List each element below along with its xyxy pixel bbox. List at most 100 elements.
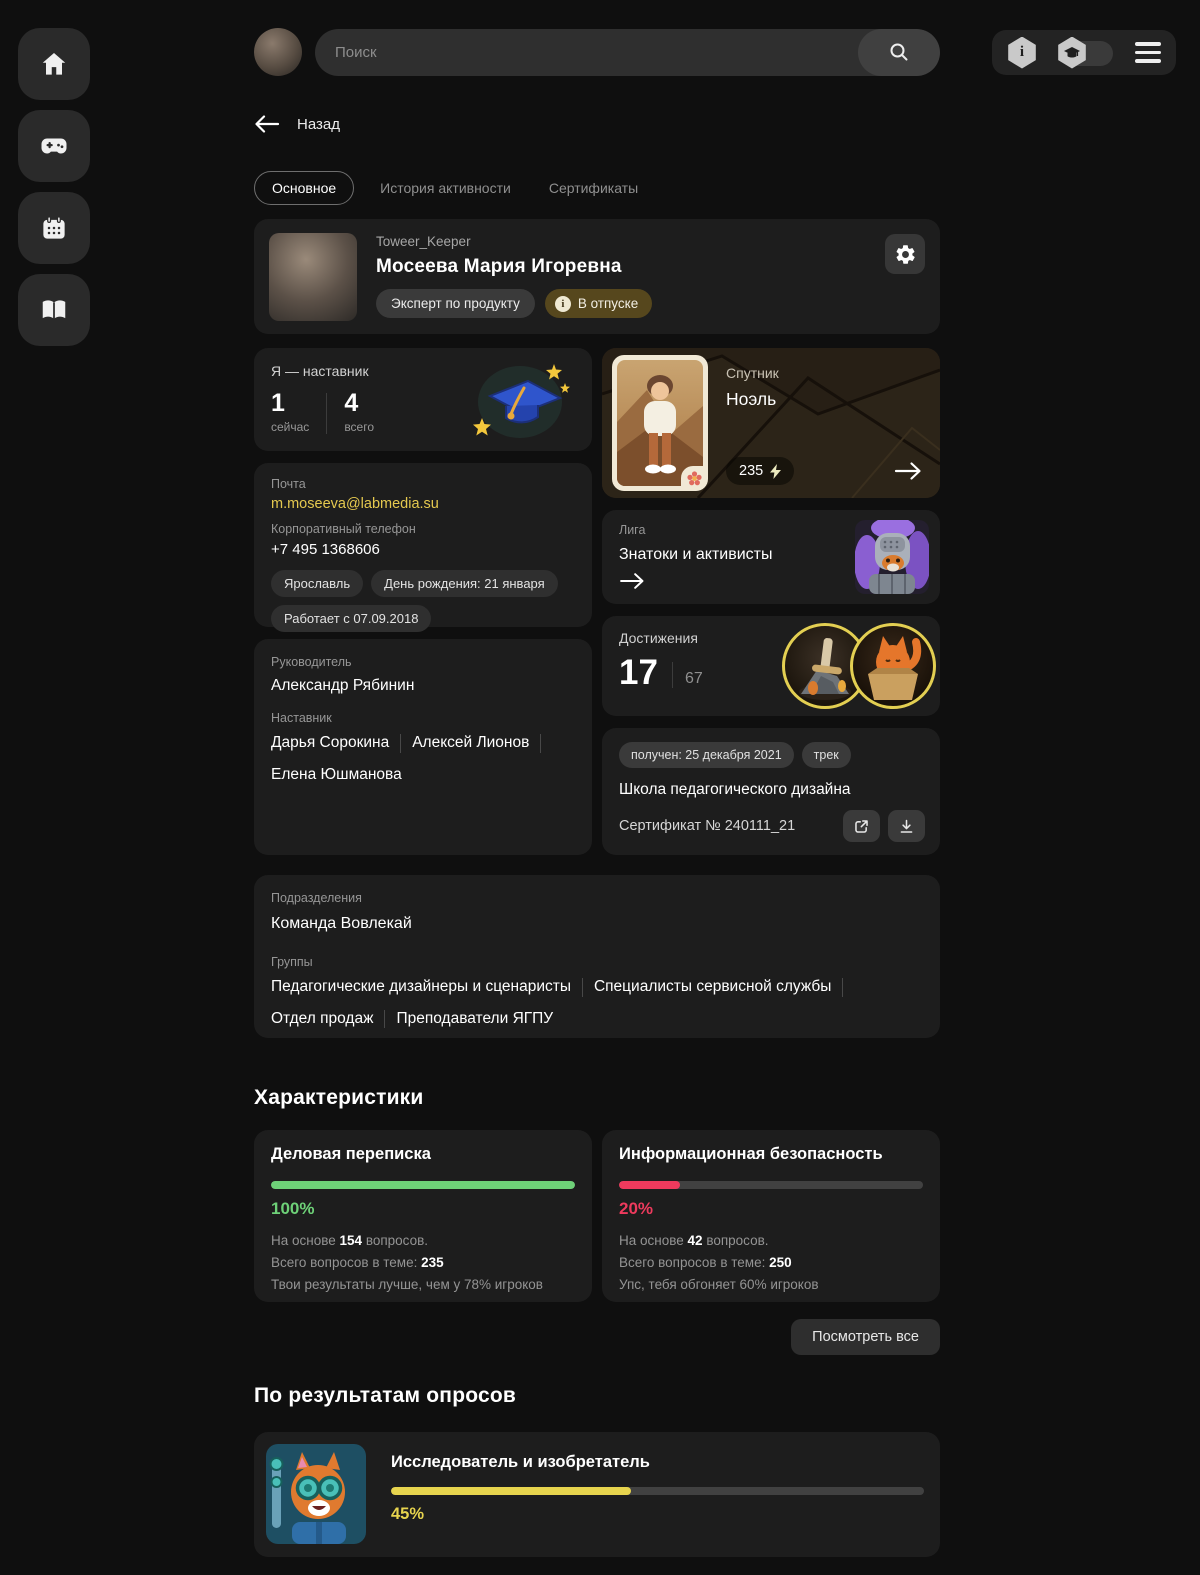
team-card: Руководитель Александр Рябинин Наставник… [254, 639, 592, 855]
sidebar-item-games[interactable] [18, 110, 90, 182]
mentor-card: Я — наставник 1 сейчас 4 всего [254, 348, 592, 451]
groups-label: Группы [271, 955, 313, 969]
info-hex-icon[interactable]: i [1008, 36, 1036, 69]
league-card[interactable]: Лига Знатоки и активисты [602, 510, 940, 604]
surveys-title: По результатам опросов [254, 1384, 516, 1407]
profile-full-name: Мосеева Мария Игоревна [376, 256, 622, 277]
companion-card[interactable]: Спутник Ноэль 235 [602, 348, 940, 498]
status-badge: i В отпуске [544, 289, 653, 318]
sidebar-item-calendar[interactable] [18, 192, 90, 264]
companion-label: Спутник [726, 365, 779, 381]
topbar: i [254, 28, 1176, 76]
book-icon [42, 300, 66, 319]
employment-tag: Работает с 07.09.2018 [271, 605, 432, 632]
profile-page: i Назад [0, 0, 1200, 1575]
tab-certificates[interactable]: Сертификаты [537, 171, 650, 205]
progress-bar [391, 1487, 924, 1495]
birthday-tag: День рождения: 21 января [371, 570, 558, 597]
city-tag: Ярославль [271, 570, 364, 597]
download-icon [900, 819, 913, 833]
tab-activity-history[interactable]: История активности [368, 171, 523, 205]
gamepad-icon [41, 138, 67, 154]
user-avatar[interactable] [254, 28, 302, 76]
achievements-total: 67 [684, 670, 703, 687]
mentors-list: Дарья Сорокина Алексей Лионов Елена Юшма… [271, 734, 575, 784]
email-link[interactable]: m.moseeva@labmedia.su [271, 496, 575, 512]
stat-card-information-security: Информационная безопасность 20% На основ… [602, 1130, 940, 1302]
progress-percent: 100% [271, 1199, 315, 1218]
league-image [855, 520, 929, 594]
certificate-track-badge: трек [801, 742, 851, 768]
achievements-earned: 17 [619, 653, 658, 692]
open-certificate-button[interactable] [843, 810, 880, 842]
mentor-name: Елена Юшманова [271, 765, 402, 783]
group-item: Педагогические дизайнеры и сценаристы [271, 978, 583, 997]
graduation-cap-illustration [473, 364, 570, 438]
progress-bar [271, 1181, 575, 1189]
sidebar-item-home[interactable] [18, 28, 90, 100]
calendar-icon [43, 216, 65, 239]
student-mode-toggle[interactable] [1057, 36, 1115, 69]
sidebar [18, 28, 90, 346]
phone-label: Корпоративный телефон [271, 522, 416, 536]
energy-value: 235 [739, 463, 764, 479]
tab-main[interactable]: Основное [254, 171, 355, 205]
back-button[interactable]: Назад [254, 113, 940, 135]
search-button[interactable] [858, 28, 940, 76]
energy-badge: 235 [726, 457, 795, 485]
mentor-label: Наставник [271, 711, 332, 725]
lightning-icon [770, 463, 782, 479]
certificate-card: получен: 25 декабря 2021 трек Школа педа… [602, 728, 940, 855]
phone-value: +7 495 1368606 [271, 541, 380, 558]
profile-photo [269, 233, 357, 321]
contact-card: Почта m.moseeva@labmedia.su Корпоративны… [254, 463, 592, 632]
companion-portrait [612, 355, 708, 491]
back-arrow-icon [255, 115, 280, 133]
group-item: Специалисты сервисной службы [594, 978, 844, 997]
sidebar-item-library[interactable] [18, 274, 90, 346]
progress-bar [619, 1181, 923, 1189]
search-input[interactable] [315, 28, 858, 76]
mentor-current: 1 сейчас [271, 389, 310, 435]
mentor-total: 4 всего [344, 389, 375, 435]
home-icon [42, 53, 66, 75]
profile-card: Toweer_Keeper Мосеева Мария Игоревна Экс… [254, 219, 940, 334]
manager-label: Руководитель [271, 655, 352, 669]
departments-card: Подразделения Команда Вовлекай Группы Пе… [254, 875, 940, 1038]
role-badge: Эксперт по продукту [376, 289, 535, 318]
certificate-number: Сертификат № 240111_21 [619, 818, 796, 834]
survey-result-title: Исследователь и изобретатель [391, 1453, 650, 1471]
view-all-button[interactable]: Посмотреть все [791, 1319, 940, 1355]
mentor-name: Алексей Лионов [412, 734, 542, 753]
achievements-card[interactable]: Достижения 17 67 [602, 616, 940, 716]
search-icon [890, 43, 908, 61]
back-label: Назад [297, 115, 340, 133]
inventor-cat-illustration [266, 1444, 366, 1544]
tabs: Основное История активности Сертификаты [254, 171, 940, 205]
survey-result-card: Исследователь и изобретатель 45% [254, 1432, 940, 1557]
certificate-date-badge: получен: 25 декабря 2021 [619, 742, 794, 768]
progress-percent: 45% [391, 1505, 425, 1523]
manager-name: Александр Рябинин [271, 677, 415, 694]
menu-icon[interactable] [1135, 42, 1161, 63]
stat-card-business-writing: Деловая переписка 100% На основе 154 воп… [254, 1130, 592, 1302]
mentor-name: Дарья Сорокина [271, 734, 402, 753]
survey-character-image [266, 1444, 366, 1544]
flower-icon [681, 466, 707, 490]
progress-percent: 20% [619, 1199, 654, 1218]
companion-name: Ноэль [726, 389, 777, 409]
league-arrow-icon[interactable] [619, 571, 645, 591]
knight-cat-illustration [855, 520, 929, 594]
settings-button[interactable] [885, 234, 925, 274]
download-certificate-button[interactable] [888, 810, 925, 842]
departments-label: Подразделения [271, 891, 362, 905]
companion-arrow-icon[interactable] [894, 460, 922, 482]
top-controls: i [992, 30, 1176, 75]
certificate-title: Школа педагогического дизайна [619, 781, 851, 798]
groups-list: Педагогические дизайнеры и сценаристы Сп… [271, 978, 923, 1029]
email-label: Почта [271, 477, 306, 491]
profile-nickname: Toweer_Keeper [376, 234, 471, 249]
search-bar [315, 28, 940, 76]
external-link-icon [855, 819, 868, 833]
department-name: Команда Вовлекай [271, 915, 412, 932]
